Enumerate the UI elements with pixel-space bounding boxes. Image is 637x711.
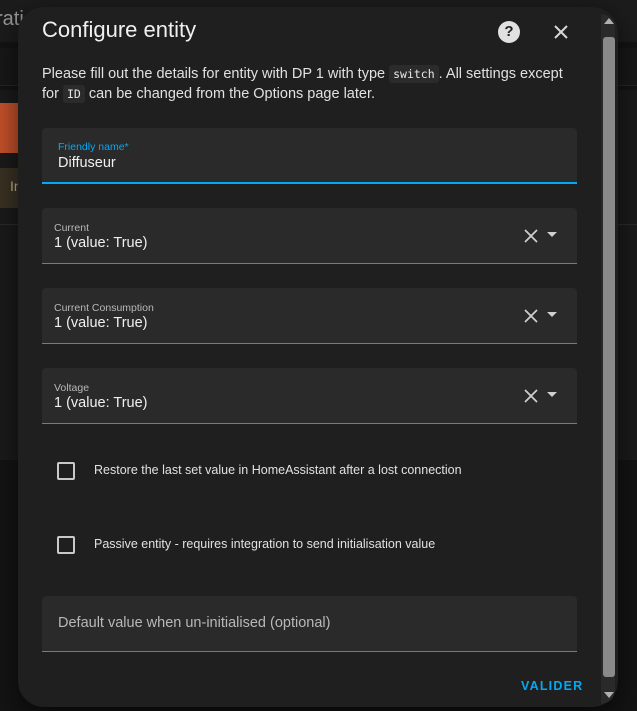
voltage-value: 1 (value: True) — [54, 395, 148, 411]
type-code: switch — [389, 65, 439, 83]
clear-icon[interactable] — [522, 227, 540, 245]
close-icon[interactable] — [548, 19, 574, 45]
passive-checkbox[interactable] — [57, 536, 75, 554]
dropdown-arrow-icon[interactable] — [547, 392, 557, 397]
default-value-field[interactable]: Default value when un-initialised (optio… — [42, 596, 577, 652]
restore-option[interactable]: Restore the last set value in HomeAssist… — [42, 457, 577, 487]
configure-entity-dialog: Configure entity ? Please fill out the d… — [18, 7, 618, 707]
valider-button[interactable]: VALIDER — [521, 679, 583, 693]
dropdown-arrow-icon[interactable] — [547, 312, 557, 317]
friendly-name-label: Friendly name* — [58, 141, 129, 153]
friendly-name-value[interactable]: Diffuseur — [58, 155, 116, 171]
current-label: Current — [54, 222, 90, 234]
scrollbar-thumb[interactable] — [603, 37, 615, 677]
restore-label: Restore the last set value in HomeAssist… — [94, 463, 462, 477]
default-value-placeholder: Default value when un-initialised (optio… — [58, 615, 331, 631]
dialog-title: Configure entity — [42, 17, 197, 42]
scroll-up-icon[interactable] — [604, 18, 614, 24]
friendly-name-field[interactable]: Friendly name* Diffuseur — [42, 128, 577, 184]
clear-icon[interactable] — [522, 307, 540, 325]
passive-label: Passive entity - requires integration to… — [94, 537, 436, 551]
voltage-select[interactable]: Voltage 1 (value: True) — [42, 368, 577, 424]
current-consumption-select[interactable]: Current Consumption 1 (value: True) — [42, 288, 577, 344]
passive-option[interactable]: Passive entity - requires integration to… — [42, 531, 577, 561]
current-select[interactable]: Current 1 (value: True) — [42, 208, 577, 264]
id-code: ID — [62, 85, 85, 103]
help-icon[interactable]: ? — [498, 21, 520, 43]
current-consumption-value: 1 (value: True) — [54, 315, 148, 331]
current-consumption-label: Current Consumption — [54, 302, 154, 314]
dropdown-arrow-icon[interactable] — [547, 232, 557, 237]
dialog-description: Please fill out the details for entity w… — [42, 65, 563, 103]
scroll-down-icon[interactable] — [604, 692, 614, 698]
clear-icon[interactable] — [522, 387, 540, 405]
current-value: 1 (value: True) — [54, 235, 148, 251]
restore-checkbox[interactable] — [57, 462, 75, 480]
voltage-label: Voltage — [54, 382, 90, 394]
